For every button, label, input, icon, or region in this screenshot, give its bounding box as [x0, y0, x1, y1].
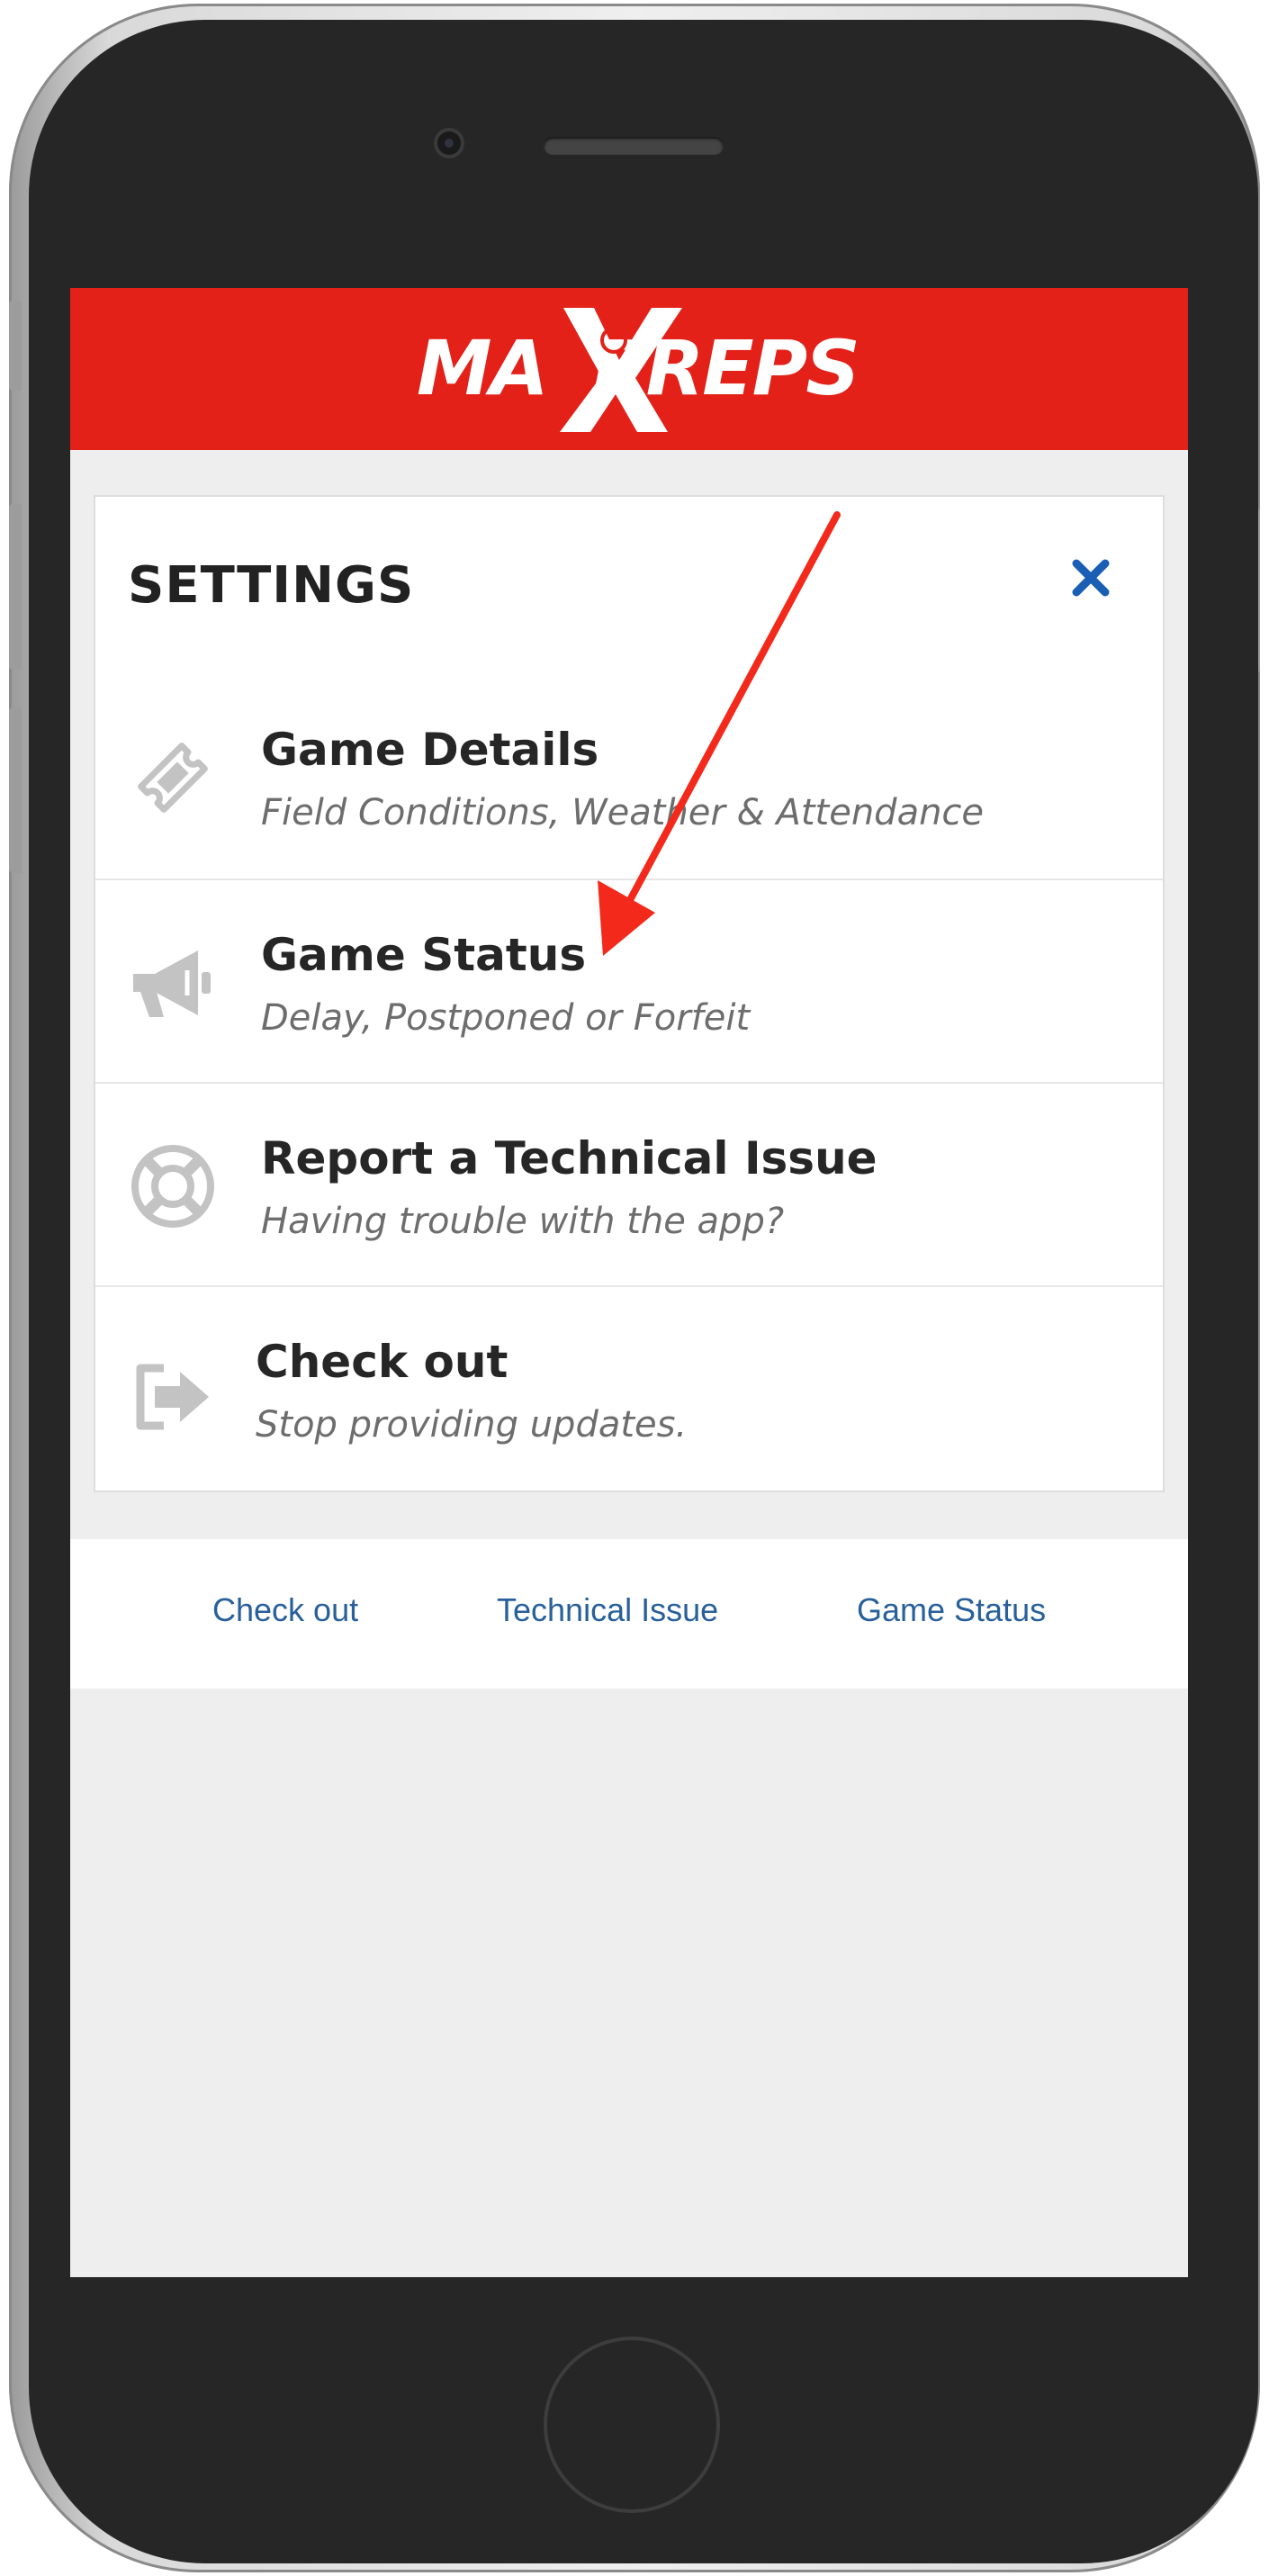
settings-item-technical-issue[interactable]: Report a Technical Issue Having trouble …: [95, 1082, 1163, 1285]
lifebuoy-icon: [131, 1145, 214, 1228]
earpiece-speaker: [544, 137, 724, 155]
item-title: Game Status: [261, 929, 587, 981]
item-subtitle: Having trouble with the app?: [261, 1201, 785, 1242]
item-title: Check out: [256, 1336, 508, 1388]
footer-link-technical-issue[interactable]: Technical Issue: [497, 1591, 718, 1629]
svg-text:MA: MA: [417, 324, 547, 412]
item-title: Report a Technical Issue: [261, 1132, 878, 1184]
item-subtitle: Delay, Postponed or Forfeit: [261, 997, 751, 1039]
footer-link-game-status[interactable]: Game Status: [857, 1591, 1046, 1629]
settings-item-check-out[interactable]: Check out Stop providing updates.: [95, 1285, 1163, 1491]
item-title: Game Details: [261, 724, 599, 776]
close-icon: [1072, 559, 1110, 597]
settings-item-game-details[interactable]: Game Details Field Conditions, Weather &…: [95, 675, 1163, 878]
volume-up-button: [9, 504, 22, 670]
item-subtitle: Field Conditions, Weather & Attendance: [261, 792, 985, 833]
settings-item-game-status[interactable]: Game Status Delay, Postponed or Forfeit: [95, 878, 1163, 1082]
ticket-icon: [138, 743, 208, 813]
footer-link-check-out[interactable]: Check out: [212, 1591, 358, 1629]
volume-down-button: [9, 707, 22, 873]
front-camera: [437, 131, 461, 155]
app-header: MA PREPS: [70, 288, 1188, 450]
footer-links: Check out Technical Issue Game Status: [70, 1539, 1188, 1689]
settings-panel: SETTINGS Game Details Field Conditions, …: [94, 495, 1165, 1492]
megaphone-icon: [133, 950, 211, 1017]
mute-switch: [9, 301, 22, 391]
close-button[interactable]: [1064, 551, 1118, 605]
maxpreps-logo: MA PREPS: [417, 308, 860, 432]
sign-out-icon: [136, 1364, 209, 1430]
home-button[interactable]: [544, 2337, 720, 2513]
item-subtitle: Stop providing updates.: [256, 1404, 688, 1446]
settings-title: SETTINGS: [128, 556, 415, 615]
app-screen: MA PREPS SETTINGS Game Details Field Con…: [70, 288, 1188, 2277]
screenshot: MA PREPS SETTINGS Game Details Field Con…: [0, 0, 1269, 2576]
